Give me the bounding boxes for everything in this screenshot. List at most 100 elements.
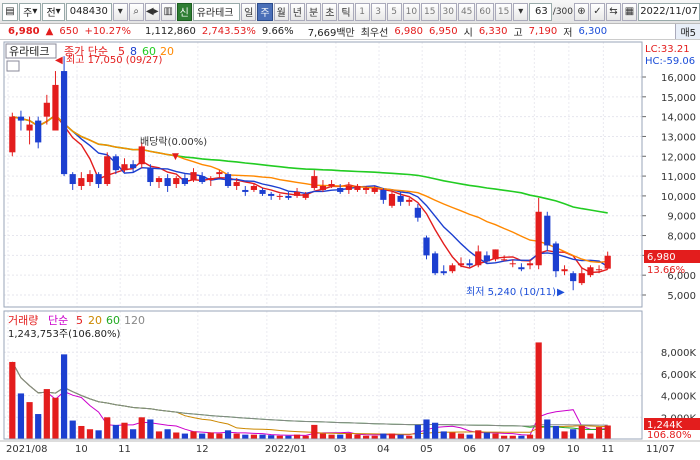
count-input[interactable]: 63 bbox=[529, 2, 552, 21]
chart-type-button[interactable]: ▥ bbox=[160, 2, 176, 21]
candle-body bbox=[43, 102, 50, 117]
volume-bar bbox=[526, 434, 534, 439]
date-tick-label: 2021/08 bbox=[6, 444, 48, 455]
candle-body bbox=[224, 174, 232, 186]
volume-bar bbox=[95, 430, 102, 439]
interval-button-0[interactable]: 1 bbox=[354, 2, 370, 21]
volume-bar bbox=[561, 431, 568, 439]
volume-bar bbox=[475, 430, 482, 439]
chart-background bbox=[0, 41, 700, 457]
volume-bar bbox=[432, 422, 439, 439]
volume-bar bbox=[449, 432, 456, 439]
volume-bar bbox=[190, 431, 197, 439]
high-annotation: 최고 17,050 (09/27) bbox=[66, 54, 162, 66]
candle-body bbox=[35, 120, 42, 143]
change-percent: +10.27% bbox=[84, 26, 131, 37]
settings-icon[interactable] bbox=[6, 60, 20, 72]
market-select-2[interactable]: 전 ▾ bbox=[42, 2, 65, 21]
change-up-icon: ▲ bbox=[45, 26, 54, 37]
candle-body bbox=[397, 195, 404, 202]
search-button[interactable]: ⌕ bbox=[128, 2, 144, 21]
volume-bar bbox=[544, 419, 551, 439]
period-tab-4[interactable]: 분 bbox=[305, 2, 322, 21]
period-tab-0[interactable]: 일 bbox=[241, 2, 257, 21]
candle-body bbox=[388, 193, 396, 206]
date-tick-label: 05 bbox=[420, 444, 433, 455]
period-tab-2[interactable]: 월 bbox=[273, 2, 289, 21]
interval-button-7[interactable]: 60 bbox=[476, 2, 494, 21]
count-value: 63 bbox=[535, 6, 548, 17]
volume-bar bbox=[578, 425, 585, 439]
candle-body bbox=[414, 207, 421, 218]
interval-button-6[interactable]: 45 bbox=[457, 2, 476, 21]
interval-button-1[interactable]: 3 bbox=[370, 2, 386, 21]
interval-button-3[interactable]: 10 bbox=[402, 2, 421, 21]
volume-bar bbox=[397, 434, 404, 439]
date-tick-label: 10 bbox=[567, 444, 580, 455]
low-marker-arrow: ▶ bbox=[557, 287, 565, 298]
interval-button-2[interactable]: 5 bbox=[386, 2, 402, 21]
stock-code-input[interactable]: 048430 bbox=[65, 2, 112, 21]
volume-bar bbox=[414, 424, 421, 439]
volume-bar bbox=[78, 425, 85, 439]
menu-icon[interactable]: ▤ bbox=[2, 2, 18, 21]
interval-button-4[interactable]: 15 bbox=[421, 2, 439, 21]
interval-button-8[interactable]: 15 bbox=[494, 2, 513, 21]
calendar-icon[interactable]: ▦ bbox=[622, 2, 637, 21]
candle-body bbox=[233, 182, 240, 186]
date-tick-label: 09 bbox=[532, 444, 545, 455]
volume-bar bbox=[69, 420, 76, 439]
interval-dropdown[interactable]: ▾ bbox=[513, 2, 529, 21]
price-tick-label: 13,000 bbox=[661, 132, 696, 143]
candle-body bbox=[112, 156, 119, 171]
interval-button-5[interactable]: 30 bbox=[439, 2, 457, 21]
interval-buttons: 1 3 5 10 15 30 45 60 15 bbox=[354, 2, 513, 21]
candle-body bbox=[587, 267, 594, 276]
low-label: 저 bbox=[563, 28, 573, 39]
dividend-marker-icon: ▼ bbox=[172, 152, 179, 162]
volume-tick-label: 8,000K bbox=[661, 348, 697, 359]
market-select[interactable]: 주 ▾ bbox=[19, 2, 42, 21]
code-dropdown-button[interactable]: ▾ bbox=[112, 2, 128, 21]
volume-bar bbox=[104, 417, 111, 439]
volume-bar bbox=[259, 434, 266, 439]
volume-ratio: 2,743.53% bbox=[201, 26, 256, 37]
sync-icon[interactable]: ⇆ bbox=[606, 2, 621, 21]
chart-check-icon[interactable]: ✓ bbox=[590, 2, 605, 21]
sound-icon[interactable]: ◀▸ bbox=[144, 2, 160, 21]
candle-body bbox=[181, 178, 188, 185]
period-tab-5[interactable]: 초 bbox=[322, 2, 338, 21]
volume-bar bbox=[242, 434, 249, 439]
stock-chart[interactable]: 16,000 15,000 14,000 13,000 12,000 11,000 10,0… bbox=[0, 41, 700, 457]
candle-body bbox=[595, 269, 603, 271]
candle-body bbox=[311, 176, 318, 188]
volume-bar bbox=[147, 419, 154, 439]
period-tab-6[interactable]: 틱 bbox=[338, 2, 354, 21]
stock-name-field[interactable]: 유라테크 bbox=[192, 2, 241, 21]
volume-bar bbox=[345, 433, 352, 439]
chart-area[interactable]: 16,000 15,000 14,000 13,000 12,000 11,000 10,0… bbox=[0, 41, 700, 457]
candle-body bbox=[354, 186, 361, 190]
last-vol-pct-text: 106.80% bbox=[647, 430, 692, 441]
low-price: 6,300 bbox=[578, 26, 608, 37]
date-value: 2022/11/07 bbox=[640, 6, 698, 17]
candle-body bbox=[466, 263, 473, 266]
period-tab-3[interactable]: 년 bbox=[289, 2, 305, 21]
volume-bar bbox=[35, 414, 42, 439]
stock-badge-text: 신 bbox=[179, 8, 189, 19]
volume-bar bbox=[604, 425, 611, 439]
zoom-in-icon[interactable]: ⊕ bbox=[574, 2, 589, 21]
volume-bar bbox=[268, 435, 275, 439]
change-value: 650 bbox=[59, 26, 79, 37]
candle-body bbox=[526, 263, 534, 266]
date-field[interactable]: 2022/11/07 bbox=[638, 2, 700, 21]
candle-body bbox=[423, 237, 430, 256]
candle-body bbox=[285, 195, 292, 198]
side-tab[interactable]: 매5 bbox=[675, 24, 700, 39]
candle-body bbox=[26, 124, 33, 131]
stock-badge: 신 bbox=[176, 2, 192, 21]
candle-body bbox=[95, 174, 102, 185]
volume-bar bbox=[311, 424, 318, 439]
open-label: 시 bbox=[463, 28, 473, 39]
period-tab-1[interactable]: 주 bbox=[257, 2, 273, 21]
